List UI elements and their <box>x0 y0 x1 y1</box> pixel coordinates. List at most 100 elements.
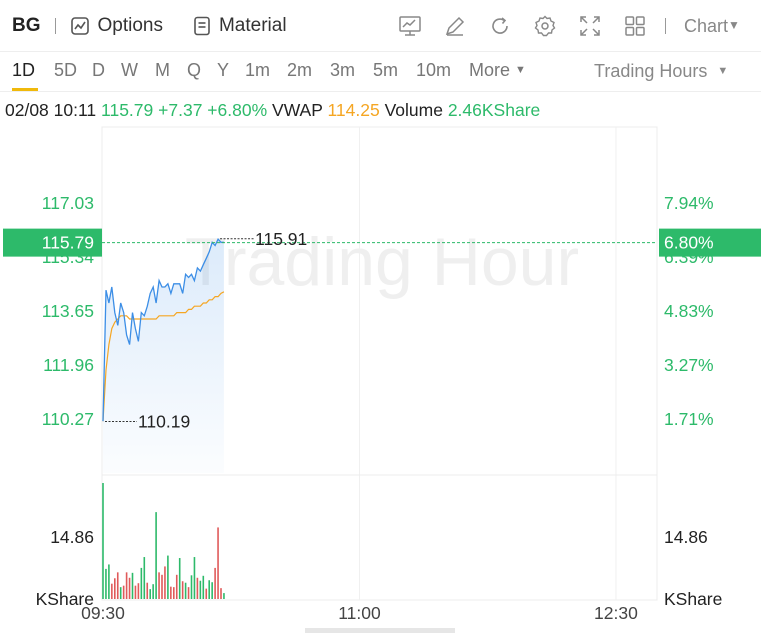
period-Y[interactable]: Y <box>217 60 229 81</box>
volume-bar <box>223 593 225 599</box>
percent-tick-label: 6.39% <box>664 247 714 267</box>
material-icon <box>194 16 210 35</box>
period-1m[interactable]: 1m <box>245 60 270 81</box>
options-label: Options <box>97 14 163 36</box>
volume-bar <box>193 557 196 599</box>
period-1D[interactable]: 1D <box>12 60 35 81</box>
volume-bar <box>102 483 104 599</box>
volume-value: 2.46KShare <box>447 100 541 120</box>
volume-bar <box>170 586 172 599</box>
more-label: More <box>469 60 511 80</box>
volume-bar <box>146 582 149 599</box>
layout-icon[interactable] <box>621 12 649 40</box>
volume-bar <box>187 587 190 599</box>
volume-bar <box>175 574 178 599</box>
draw-icon[interactable] <box>441 12 469 40</box>
volume-bars <box>102 483 225 599</box>
price-tick-label: 113.65 <box>42 301 94 321</box>
volume-bar <box>158 572 160 599</box>
fullscreen-icon[interactable] <box>576 12 604 40</box>
volume-bar <box>140 567 143 599</box>
current-price-label: 115.79 <box>42 233 94 253</box>
price-tick-label: 111.96 <box>43 355 94 375</box>
volume-bar <box>152 584 154 599</box>
volume-bar <box>155 512 157 599</box>
current-pct-badge <box>659 228 761 257</box>
options-button[interactable]: Options <box>70 15 163 37</box>
price-tick-label: 115.34 <box>42 247 94 267</box>
volume-bar <box>173 587 175 599</box>
trading-hours-dropdown[interactable]: Trading Hours ▼ <box>594 61 728 82</box>
settings-icon[interactable] <box>531 12 559 40</box>
chart-type-label: Chart <box>684 16 729 36</box>
period-5D[interactable]: 5D <box>54 60 77 81</box>
price-tick-label: 117.03 <box>42 193 94 213</box>
vwap-value: 114.25 <box>327 100 380 120</box>
vwap-line <box>102 291 225 422</box>
current-pct-label: 6.80% <box>664 233 714 253</box>
chevron-down-icon: ▼ <box>515 64 526 76</box>
volume-bar <box>105 568 107 599</box>
period-bar: 1D 5D D W M Q Y 1m 2m 3m 5m 10m More ▼ T… <box>0 52 761 92</box>
volume-bar <box>205 588 208 599</box>
volume-bar <box>128 577 131 599</box>
scroll-handle[interactable] <box>305 628 455 633</box>
quote-summary: 02/08 10:11 115.79 +7.37 +6.80% VWAP 114… <box>5 100 540 121</box>
period-M[interactable]: M <box>155 60 170 81</box>
chart-watermark: Trading Hour <box>185 224 579 300</box>
period-Q[interactable]: Q <box>187 60 201 81</box>
volume-bar <box>108 564 110 599</box>
volume-tick-right: 14.86 <box>664 527 708 547</box>
volume-bar <box>178 558 181 599</box>
price-axis: 117.03 115.34 113.65 111.96 110.27 <box>42 193 94 429</box>
percent-tick-label: 4.83% <box>664 301 714 321</box>
volume-bar <box>214 567 216 599</box>
volume-bar <box>125 572 128 599</box>
volume-unit-left: KShare <box>36 589 94 609</box>
quote-price: 115.79 <box>101 100 154 120</box>
time-tick-label: 11:00 <box>338 603 381 623</box>
period-2m[interactable]: 2m <box>287 60 312 81</box>
percent-tick-label: 1.71% <box>664 409 714 429</box>
volume-bar <box>167 555 169 599</box>
volume-bar <box>217 527 219 599</box>
volume-bar <box>116 572 119 599</box>
period-5m[interactable]: 5m <box>373 60 398 81</box>
volume-bar <box>149 589 151 599</box>
intraday-chart[interactable]: Trading Hour 117.03 115.34 113.65 111.96 110… <box>0 0 761 633</box>
toolbar-divider-right <box>665 18 666 34</box>
volume-bar <box>164 566 166 599</box>
period-D[interactable]: D <box>92 60 105 81</box>
volume-bar <box>131 572 134 599</box>
period-3m[interactable]: 3m <box>330 60 355 81</box>
price-line <box>102 237 224 422</box>
current-price-badge <box>3 228 102 257</box>
volume-bar <box>114 578 116 599</box>
volume-bar <box>137 583 140 599</box>
volume-bar <box>199 580 202 599</box>
quote-change-pct: +6.80% <box>207 100 268 120</box>
more-periods-dropdown[interactable]: More ▼ <box>469 60 526 81</box>
volume-bar <box>119 587 122 599</box>
chart-type-dropdown[interactable]: Chart▼ <box>684 16 740 37</box>
vwap-label: VWAP <box>272 100 323 120</box>
volume-bar <box>122 585 125 599</box>
period-10m[interactable]: 10m <box>416 60 451 81</box>
material-label: Material <box>218 14 287 36</box>
grid-lines <box>102 127 657 600</box>
volume-label: Volume <box>384 100 443 120</box>
percent-axis: 7.94% 6.39% 4.83% 3.27% 1.71% <box>664 193 714 429</box>
refresh-icon[interactable] <box>486 12 514 40</box>
toolbar-icon-group <box>396 12 666 40</box>
volume-bar <box>220 588 222 599</box>
quote-datetime: 02/08 10:11 <box>5 100 97 120</box>
indicator-icon[interactable] <box>396 12 424 40</box>
material-button[interactable]: Material <box>193 15 287 37</box>
period-W[interactable]: W <box>121 60 138 81</box>
time-axis: 09:3011:0012:3014:0015:30 <box>81 603 638 623</box>
volume-bar <box>161 574 163 599</box>
volume-bar <box>181 581 184 599</box>
volume-tick-left: 14.86 <box>50 527 94 547</box>
active-period-indicator <box>12 88 38 91</box>
toolbar-divider <box>54 17 56 34</box>
